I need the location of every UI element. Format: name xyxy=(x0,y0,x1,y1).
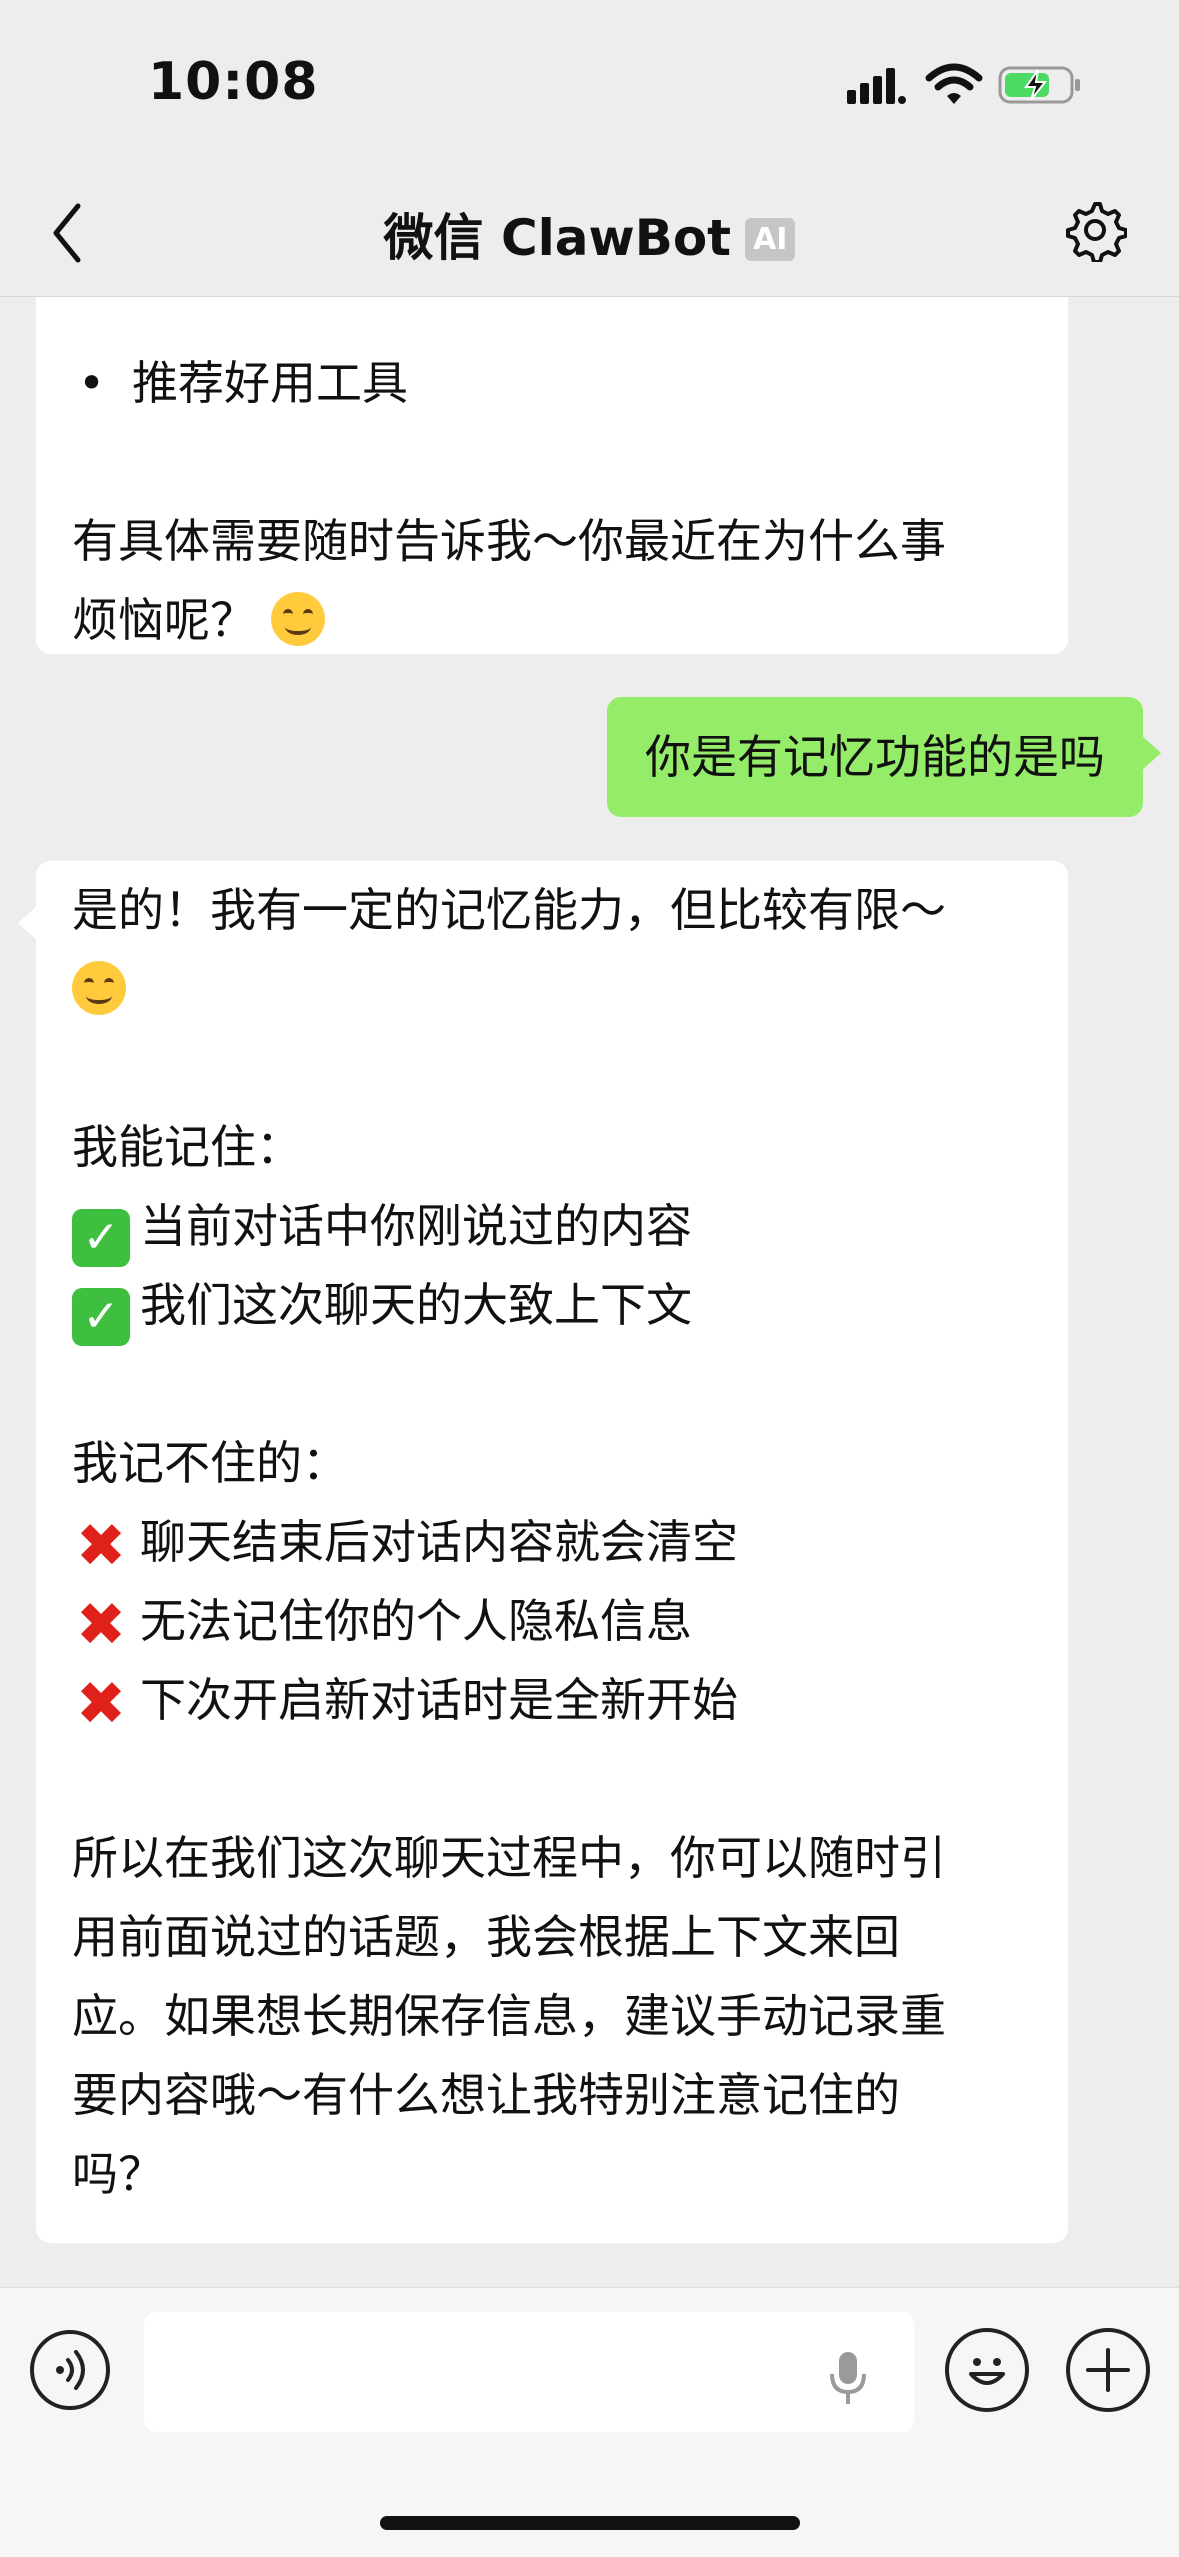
message-line: ✖ 聊天结束后对话内容就会清空 xyxy=(72,1503,1032,1582)
voice-input-button[interactable] xyxy=(30,2330,110,2410)
smiling-face-icon xyxy=(72,961,126,1015)
message-line: 吗？ xyxy=(72,2147,164,2201)
check-mark-icon: ✓ xyxy=(72,1288,130,1346)
voice-wave-icon xyxy=(56,2350,85,2390)
message-line: 是的！我有一定的记忆能力，但比较有限～ xyxy=(72,883,946,937)
message-line: 我记不住的： xyxy=(72,1436,348,1490)
status-time: 10:08 xyxy=(148,52,319,112)
emoji-button[interactable] xyxy=(945,2328,1029,2412)
message-line: 有具体需要随时告诉我～你最近在为什么事 xyxy=(72,514,946,568)
message-line xyxy=(72,950,1032,1029)
bot-message-bubble[interactable]: 是的！我有一定的记忆能力，但比较有限～ 我能记住： ✓ 当前对话中你刚说过的内容 … xyxy=(18,861,1068,2243)
bullet-icon: • xyxy=(78,356,106,410)
status-bar: 10:08 xyxy=(0,0,1179,170)
check-mark-icon: ✓ xyxy=(72,1209,130,1267)
bubble-tail xyxy=(18,905,38,941)
message-line: ✖ 无法记住你的个人隐私信息 xyxy=(72,1582,1032,1661)
battery-charging-icon xyxy=(998,66,1080,104)
message-input[interactable] xyxy=(144,2312,914,2432)
cross-mark-icon: ✖ xyxy=(75,1590,127,1660)
message-line: 烦恼呢？ xyxy=(72,581,1032,660)
bubble-tail xyxy=(1141,735,1161,771)
message-line: 要内容哦～有什么想让我特别注意记住的 xyxy=(72,2068,900,2122)
cross-mark-icon: ✖ xyxy=(75,1511,127,1581)
gear-icon[interactable] xyxy=(1063,198,1127,262)
input-bar xyxy=(0,2287,1179,2557)
smiley-icon xyxy=(969,2358,1005,2385)
message-line: 应。如果想长期保存信息，建议手动记录重 xyxy=(72,1989,946,2043)
chat-title: 微信 ClawBot AI xyxy=(0,198,1179,270)
message-line: ✖ 下次开启新对话时是全新开始 xyxy=(72,1661,1032,1740)
ai-badge: AI xyxy=(745,218,796,261)
message-line: ✓ 当前对话中你刚说过的内容 xyxy=(72,1187,1032,1267)
bot-message-bubble[interactable]: • 推荐好用工具 有具体需要随时告诉我～你最近在为什么事 烦恼呢？ xyxy=(36,297,1068,654)
message-line: ✓ 我们这次聊天的大致上下文 xyxy=(72,1266,1032,1346)
cross-mark-icon: ✖ xyxy=(75,1669,127,1739)
message-line: • 推荐好用工具 xyxy=(72,344,1032,423)
microphone-icon[interactable] xyxy=(826,2350,870,2406)
nav-bar: 微信 ClawBot AI xyxy=(0,170,1179,297)
wifi-icon xyxy=(925,63,983,104)
message-line: 我能记住： xyxy=(72,1120,302,1174)
user-message-text: 你是有记忆功能的是吗 xyxy=(645,730,1105,784)
home-indicator[interactable] xyxy=(380,2516,800,2530)
chat-area[interactable]: • 推荐好用工具 有具体需要随时告诉我～你最近在为什么事 烦恼呢？ 你是有记忆功能… xyxy=(0,297,1179,2287)
chat-title-text: 微信 ClawBot xyxy=(383,209,732,267)
user-message-bubble[interactable]: 你是有记忆功能的是吗 xyxy=(607,697,1161,817)
smiling-face-icon xyxy=(270,592,325,646)
message-line: 所以在我们这次聊天过程中，你可以随时引 xyxy=(72,1831,946,1885)
plus-icon xyxy=(1086,2348,1130,2392)
message-line: 用前面说过的话题，我会根据上下文来回 xyxy=(72,1910,900,1964)
cellular-signal-icon xyxy=(847,68,906,104)
more-options-button[interactable] xyxy=(1066,2328,1150,2412)
